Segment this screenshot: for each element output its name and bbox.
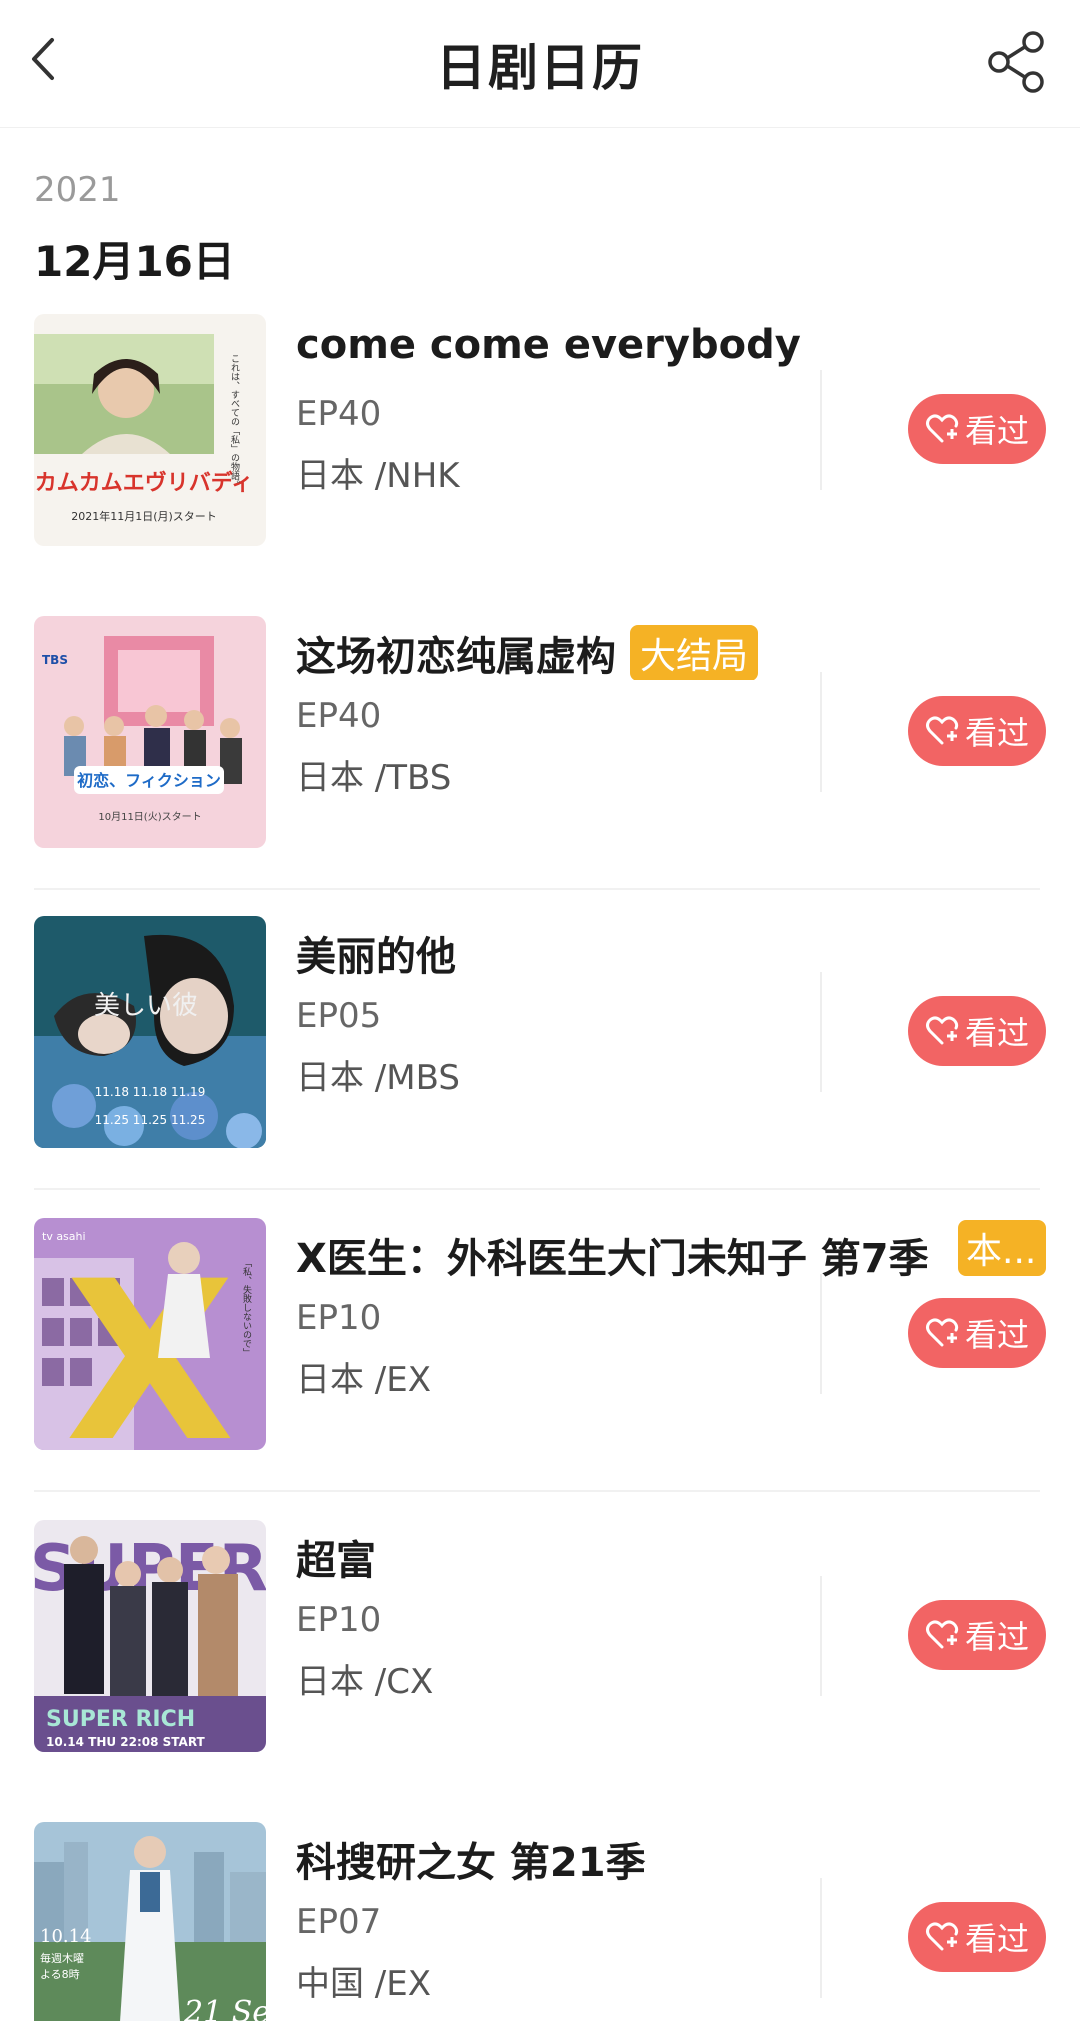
poster-image[interactable]: X tv asahi 「私、失敗しないので」 <box>34 1218 266 1450</box>
poster-image[interactable]: SUPER SUPER RICH 10.14 THU 22:08 START <box>34 1520 266 1752</box>
finale-badge: 大结局 <box>630 625 759 680</box>
separator <box>820 1274 822 1394</box>
episode-label: EP10 <box>296 1298 382 1338</box>
poster-date: 10月11日(火)スタート <box>98 811 201 823</box>
list-item[interactable]: 10.14 毎週木曜 よる8時 21 Season 科搜研之女 第21季 EP0… <box>0 1822 1080 2021</box>
episode-label: EP07 <box>296 1902 382 1942</box>
title-row: come come everybody <box>296 322 1056 378</box>
title-row: 科搜研之女 第21季 <box>296 1830 1056 1886</box>
divider <box>34 1490 1040 1492</box>
country-network: 日本 /NHK <box>296 456 460 496</box>
separator <box>820 1576 822 1696</box>
status-badge: 本... <box>958 1220 1046 1276</box>
watched-button[interactable]: 看过 <box>908 1600 1046 1670</box>
country-network: 日本 /EX <box>296 1360 432 1400</box>
poster-time: よる8時 <box>40 1968 80 1981</box>
nav-bar: 日剧日历 <box>0 0 1080 128</box>
country-network: 日本 /TBS <box>296 758 452 798</box>
country-network: 日本 /CX <box>296 1662 434 1702</box>
list-item[interactable]: カムカムエヴリバディ これは、すべての「私」の物語。 2021年11月1日(月)… <box>0 314 1080 614</box>
poster-title: カムカムエヴリバディ <box>35 470 253 496</box>
watched-label: 看过 <box>964 412 1029 450</box>
title-row: X医生：外科医生大门未知子 第7季 <box>296 1226 1056 1282</box>
drama-title: 科搜研之女 第21季 <box>296 1840 646 1886</box>
poster-title: SUPER RICH <box>46 1707 195 1732</box>
poster-title: 美しい彼 <box>94 991 198 1021</box>
poster-day: 毎週木曜 <box>40 1952 84 1965</box>
poster-date: 10.14 <box>40 1926 92 1947</box>
heart-plus-icon <box>925 1016 959 1045</box>
heart-plus-icon <box>925 1620 959 1649</box>
watched-button[interactable]: 看过 <box>908 1902 1046 1972</box>
poster-tagline: 「私、失敗しないので」 <box>241 1258 252 1357</box>
poster-title: 初恋、フィクション <box>77 771 221 790</box>
separator <box>820 1878 822 1998</box>
watched-label: 看过 <box>964 1618 1029 1656</box>
poster-network: tv asahi <box>42 1230 86 1243</box>
heart-plus-icon <box>925 1318 959 1347</box>
share-icon[interactable] <box>984 30 1048 94</box>
watched-label: 看过 <box>964 714 1029 752</box>
watched-button[interactable]: 看过 <box>908 1298 1046 1368</box>
poster-tagline: これは、すべての「私」の物語。 <box>229 354 240 489</box>
watched-button[interactable]: 看过 <box>908 394 1046 464</box>
list-item[interactable]: X tv asahi 「私、失敗しないので」 X医生：外科医生大门未知子 第7季… <box>0 1218 1080 1518</box>
episode-label: EP05 <box>296 996 382 1036</box>
poster-image[interactable]: カムカムエヴリバディ これは、すべての「私」の物語。 2021年11月1日(月)… <box>34 314 266 546</box>
drama-title: 这场初恋纯属虚构 <box>296 634 616 680</box>
list-item[interactable]: 初恋、フィクション TBS 10月11日(火)スタート 这场初恋纯属虚构 大结局 … <box>0 616 1080 916</box>
poster-date: 10.14 THU 22:08 START <box>46 1735 206 1749</box>
episode-label: EP40 <box>296 394 382 434</box>
episode-label: EP10 <box>296 1600 382 1640</box>
poster-dates-2: 11.25 11.25 11.25 <box>95 1113 206 1127</box>
country-network: 中国 /EX <box>296 1964 432 2004</box>
title-row: 超富 <box>296 1528 1056 1584</box>
poster-dates-1: 11.18 11.18 11.19 <box>95 1085 206 1099</box>
episode-label: EP40 <box>296 696 382 736</box>
poster-season: 21 Season <box>183 1995 266 2021</box>
separator <box>820 972 822 1092</box>
poster-image[interactable]: 初恋、フィクション TBS 10月11日(火)スタート <box>34 616 266 848</box>
heart-plus-icon <box>925 716 959 745</box>
divider <box>34 1188 1040 1190</box>
drama-title: 超富 <box>296 1538 376 1584</box>
watched-label: 看过 <box>964 1014 1029 1052</box>
list-item[interactable]: 美しい彼 11.18 11.18 11.19 11.25 11.25 11.25… <box>0 916 1080 1216</box>
drama-title: 美丽的他 <box>296 934 456 980</box>
heart-plus-icon <box>925 414 959 443</box>
page-title: 日剧日历 <box>436 39 644 97</box>
poster-x-letter: X <box>65 1234 235 1450</box>
watched-label: 看过 <box>964 1316 1029 1354</box>
drama-title: come come everybody <box>296 322 801 368</box>
drama-title: X医生：外科医生大门未知子 第7季 <box>296 1236 929 1282</box>
country-network: 日本 /MBS <box>296 1058 460 1098</box>
section-year: 2021 <box>34 170 121 210</box>
title-row: 美丽的他 <box>296 924 1056 980</box>
poster-network: TBS <box>42 653 68 667</box>
watched-button[interactable]: 看过 <box>908 696 1046 766</box>
heart-plus-icon <box>925 1922 959 1951</box>
section-date: 12月16日 <box>34 237 235 286</box>
poster-date: 2021年11月1日(月)スタート <box>71 509 217 523</box>
poster-image[interactable]: 10.14 毎週木曜 よる8時 21 Season <box>34 1822 266 2021</box>
watched-button[interactable]: 看过 <box>908 996 1046 1066</box>
separator <box>820 370 822 490</box>
watched-label: 看过 <box>964 1920 1029 1958</box>
poster-image[interactable]: 美しい彼 11.18 11.18 11.19 11.25 11.25 11.25 <box>34 916 266 1148</box>
title-row: 这场初恋纯属虚构 大结局 <box>296 624 1056 680</box>
divider <box>34 888 1040 890</box>
list-item[interactable]: SUPER SUPER RICH 10.14 THU 22:08 START 超… <box>0 1520 1080 1820</box>
separator <box>820 672 822 792</box>
